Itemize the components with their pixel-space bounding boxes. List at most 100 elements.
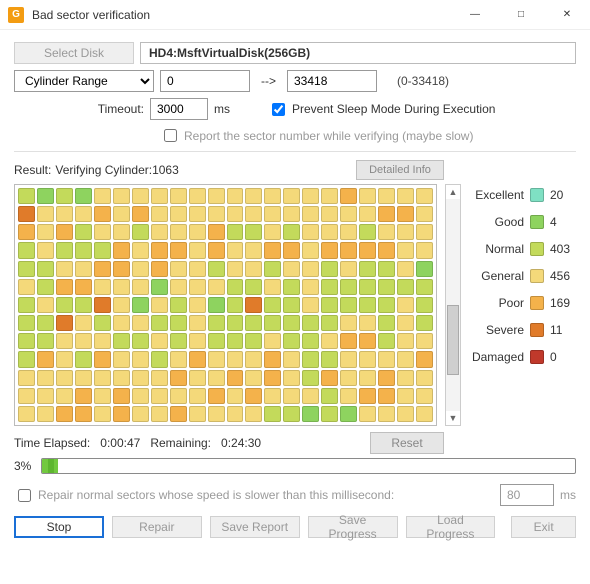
select-disk-button[interactable]: Select Disk bbox=[14, 42, 134, 64]
close-button[interactable]: ✕ bbox=[544, 0, 590, 30]
sector-cell bbox=[208, 224, 225, 240]
time-elapsed-label: Time Elapsed: bbox=[14, 436, 90, 450]
sector-cell bbox=[37, 333, 54, 349]
sector-cell bbox=[94, 242, 111, 258]
sector-cell bbox=[18, 224, 35, 240]
sector-cell bbox=[18, 206, 35, 222]
range-mode-select[interactable]: Cylinder Range bbox=[14, 70, 154, 92]
sector-cell bbox=[264, 406, 281, 422]
legend-count: 456 bbox=[550, 269, 576, 283]
sector-cell bbox=[359, 188, 376, 204]
sector-cell bbox=[113, 351, 130, 367]
app-icon: G bbox=[8, 7, 24, 23]
progress-bar-fill bbox=[42, 459, 58, 473]
repair-ms-input[interactable] bbox=[500, 484, 554, 506]
timeout-input[interactable] bbox=[150, 98, 208, 120]
scroll-up-icon[interactable]: ▲ bbox=[446, 185, 460, 199]
sector-cell bbox=[359, 333, 376, 349]
sector-cell bbox=[56, 406, 73, 422]
sector-cell bbox=[378, 406, 395, 422]
sector-cell bbox=[37, 406, 54, 422]
save-report-button[interactable]: Save Report bbox=[210, 516, 300, 538]
prevent-sleep-checkbox[interactable]: Prevent Sleep Mode During Execution bbox=[268, 100, 495, 119]
exit-button[interactable]: Exit bbox=[511, 516, 576, 538]
sector-cell bbox=[208, 279, 225, 295]
sector-cell bbox=[208, 388, 225, 404]
scroll-track[interactable] bbox=[446, 199, 460, 411]
sector-cell bbox=[75, 370, 92, 386]
scroll-down-icon[interactable]: ▼ bbox=[446, 411, 460, 425]
sector-cell bbox=[208, 406, 225, 422]
legend-row: Damaged0 bbox=[469, 350, 576, 364]
reset-button[interactable]: Reset bbox=[370, 432, 444, 454]
load-progress-button[interactable]: Load Progress bbox=[406, 516, 496, 538]
legend-name: Excellent bbox=[475, 188, 524, 202]
sector-cell bbox=[56, 279, 73, 295]
sector-cell bbox=[264, 297, 281, 313]
sector-cell bbox=[151, 224, 168, 240]
detailed-info-button[interactable]: Detailed Info bbox=[356, 160, 444, 180]
sector-cell bbox=[416, 188, 433, 204]
sector-cell bbox=[397, 242, 414, 258]
sector-cell bbox=[189, 224, 206, 240]
sector-cell bbox=[321, 261, 338, 277]
sector-cell bbox=[227, 279, 244, 295]
sector-cell bbox=[56, 388, 73, 404]
sector-cell bbox=[340, 297, 357, 313]
sector-cell bbox=[113, 388, 130, 404]
sector-cell bbox=[321, 388, 338, 404]
sector-cell bbox=[416, 351, 433, 367]
stop-button[interactable]: Stop bbox=[14, 516, 104, 538]
legend-count: 4 bbox=[550, 215, 576, 229]
sector-cell bbox=[397, 297, 414, 313]
sector-cell bbox=[397, 188, 414, 204]
legend-count: 169 bbox=[550, 296, 576, 310]
scroll-thumb[interactable] bbox=[447, 305, 459, 375]
sector-cell bbox=[18, 315, 35, 331]
sector-cell bbox=[416, 388, 433, 404]
sector-cell bbox=[416, 242, 433, 258]
sector-cell bbox=[18, 242, 35, 258]
sector-cell bbox=[170, 206, 187, 222]
range-to-input[interactable] bbox=[287, 70, 377, 92]
report-sector-checkbox[interactable]: Report the sector number while verifying… bbox=[160, 126, 473, 145]
sector-cell bbox=[264, 370, 281, 386]
sector-cell bbox=[151, 261, 168, 277]
sector-cell bbox=[264, 188, 281, 204]
sector-cell bbox=[94, 370, 111, 386]
sector-cell bbox=[397, 315, 414, 331]
sector-cell bbox=[170, 297, 187, 313]
prevent-sleep-input[interactable] bbox=[272, 103, 285, 116]
sector-cell bbox=[359, 315, 376, 331]
repair-button[interactable]: Repair bbox=[112, 516, 202, 538]
sector-cell bbox=[132, 388, 149, 404]
sector-cell bbox=[151, 370, 168, 386]
sector-cell bbox=[170, 333, 187, 349]
sector-cell bbox=[245, 242, 262, 258]
sector-cell bbox=[227, 315, 244, 331]
sector-cell bbox=[18, 351, 35, 367]
sector-cell bbox=[113, 406, 130, 422]
sector-cell bbox=[302, 388, 319, 404]
legend-swatch bbox=[530, 350, 544, 364]
legend-row: Poor169 bbox=[469, 296, 576, 310]
sector-cell bbox=[378, 388, 395, 404]
minimize-button[interactable]: — bbox=[452, 0, 498, 30]
repair-speed-checkbox[interactable]: Repair normal sectors whose speed is slo… bbox=[14, 486, 394, 505]
range-from-input[interactable] bbox=[160, 70, 250, 92]
repair-speed-input[interactable] bbox=[18, 489, 31, 502]
sector-cell bbox=[170, 188, 187, 204]
timeout-unit: ms bbox=[214, 102, 230, 116]
sector-cell bbox=[397, 351, 414, 367]
maximize-button[interactable]: □ bbox=[498, 0, 544, 30]
sector-cell bbox=[227, 242, 244, 258]
sector-cell bbox=[151, 333, 168, 349]
sector-cell bbox=[18, 388, 35, 404]
save-progress-button[interactable]: Save Progress bbox=[308, 516, 398, 538]
sector-cell bbox=[56, 351, 73, 367]
grid-scrollbar[interactable]: ▲ ▼ bbox=[445, 184, 461, 426]
sector-cell bbox=[321, 206, 338, 222]
sector-cell bbox=[302, 370, 319, 386]
sector-cell bbox=[37, 188, 54, 204]
report-sector-input[interactable] bbox=[164, 129, 177, 142]
